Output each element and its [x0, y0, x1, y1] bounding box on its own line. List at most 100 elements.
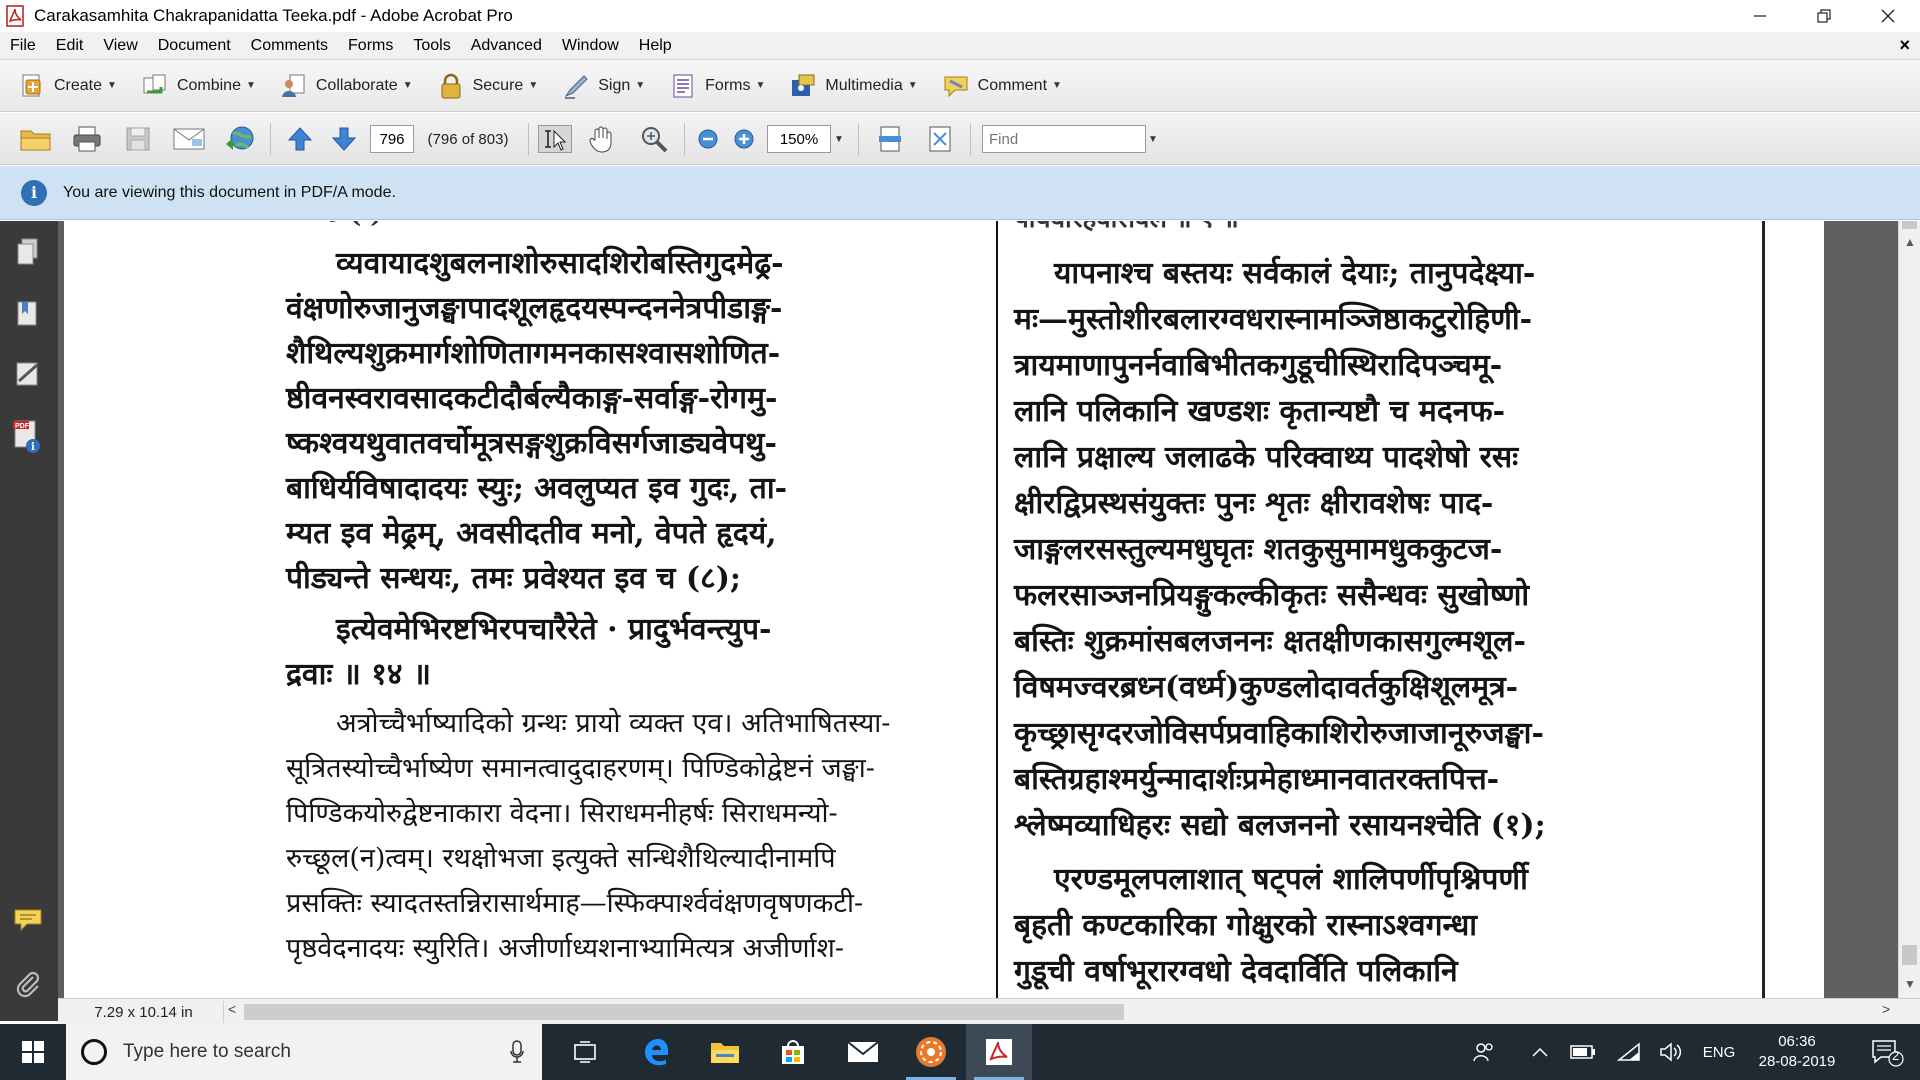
attachments-icon[interactable]	[13, 969, 43, 999]
text-line: यापनाश्च बस्तयः सर्वकालं देयाः; तानुपदेक…	[1054, 256, 1536, 291]
zoom-level-input[interactable]: 150%	[767, 125, 831, 153]
select-tool-icon[interactable]	[538, 125, 572, 153]
film-icon	[789, 72, 817, 100]
restore-button[interactable]	[1792, 0, 1856, 32]
app-flower-icon[interactable]	[898, 1024, 964, 1080]
people-icon[interactable]	[1468, 1024, 1500, 1080]
close-document-button[interactable]: ×	[1899, 35, 1910, 56]
file-explorer-icon[interactable]	[692, 1024, 758, 1080]
commentary-line: सूत्रितस्योच्चैर्भाष्येण समानत्वादुदाहरण…	[286, 753, 875, 784]
sign-button[interactable]: Sign ▼	[562, 72, 645, 100]
close-button[interactable]	[1856, 0, 1920, 32]
scroll-top-marker	[1902, 221, 1917, 229]
right-column: यापनाश्च बस्तयः सर्वकालं देयाः; तानुपदेक…	[1014, 251, 1744, 995]
comment-icon	[942, 72, 970, 100]
combine-button[interactable]: Combine ▼	[141, 72, 256, 100]
volume-icon[interactable]	[1656, 1024, 1686, 1080]
text-line: बस्तिग्रहाश्मर्युन्मादार्शःप्रमेहाध्मानव…	[1014, 762, 1500, 797]
scroll-up-arrow-icon[interactable]: ▲	[1899, 231, 1920, 253]
forms-label: Forms	[705, 76, 751, 94]
microsoft-store-icon[interactable]	[760, 1024, 826, 1080]
right-cut-line: पायवारहवासवल ॥ १ ॥	[1014, 221, 1239, 235]
print-icon[interactable]	[70, 125, 104, 153]
zoom-tool-icon[interactable]	[636, 125, 672, 153]
collaborate-button[interactable]: Collaborate ▼	[280, 72, 413, 100]
page-number-input[interactable]: 796	[370, 125, 414, 153]
verse-line: द्रवाः ॥ १४ ॥	[286, 657, 431, 692]
acrobat-taskbar-icon[interactable]	[966, 1024, 1032, 1080]
signatures-icon[interactable]	[13, 359, 43, 389]
create-icon	[18, 72, 46, 100]
save-icon[interactable]	[122, 125, 154, 153]
create-label: Create	[54, 76, 103, 94]
scroll-right-arrow-icon[interactable]: >	[1882, 1001, 1890, 1017]
start-button[interactable]	[0, 1024, 66, 1080]
verse-line: बृहती कण्टकारिका गोक्षुरको रास्नाऽश्वगन्…	[1014, 908, 1478, 943]
browse-web-icon[interactable]	[222, 125, 258, 153]
menu-comments[interactable]: Comments	[241, 37, 338, 55]
next-page-button[interactable]	[328, 125, 360, 153]
fit-width-icon[interactable]	[874, 125, 906, 153]
text-line: मः—मुस्तोशीरबलारग्वधरास्नामञ्जिष्ठाकटुरो…	[1014, 302, 1533, 337]
task-view-icon[interactable]	[552, 1024, 618, 1080]
edge-browser-icon[interactable]	[624, 1024, 690, 1080]
bookmarks-icon[interactable]	[13, 299, 43, 329]
show-hidden-icons-chevron-icon[interactable]	[1526, 1024, 1554, 1080]
menu-document[interactable]: Document	[148, 37, 241, 55]
email-icon[interactable]	[170, 125, 208, 153]
wifi-icon[interactable]	[1614, 1024, 1644, 1080]
open-folder-icon[interactable]	[18, 125, 54, 153]
pdf-page: ᳪ ( ) पायवारहवासवल ॥ १ ॥ व्यवायादशुबलनाश…	[64, 221, 1824, 998]
comments-panel-icon[interactable]	[13, 907, 43, 937]
commentary-line: पृष्ठवेदनादयः स्युरिति। अजीर्णाध्यशनाभ्य…	[286, 933, 844, 964]
vertical-scroll-thumb[interactable]	[1902, 945, 1917, 965]
text-line: विषमज्वरब्रध्न(वर्ध्म)कुण्डलोदावर्तकुक्ष…	[1014, 670, 1519, 705]
microphone-icon[interactable]	[510, 1040, 524, 1064]
multimedia-label: Multimedia	[825, 76, 903, 94]
taskbar-clock[interactable]: 06:36 28-08-2019	[1742, 1032, 1852, 1072]
text-line: श्लेष्मव्याधिहरः सद्यो बलजननो रसायनश्चेत…	[1014, 808, 1546, 843]
svg-text:PDF: PDF	[15, 423, 30, 430]
comment-button[interactable]: Comment ▼	[942, 72, 1062, 100]
pen-icon	[562, 72, 590, 100]
find-dropdown-icon[interactable]: ▼	[1146, 125, 1160, 153]
minimize-button[interactable]	[1728, 0, 1792, 32]
action-center-button[interactable]: 2	[1862, 1024, 1912, 1080]
menu-help[interactable]: Help	[629, 37, 682, 55]
secure-button[interactable]: Secure ▼	[437, 72, 538, 100]
zoom-out-button[interactable]	[694, 125, 722, 153]
fit-page-icon[interactable]	[924, 125, 956, 153]
create-button[interactable]: Create ▼	[18, 72, 117, 100]
multimedia-button[interactable]: Multimedia ▼	[789, 72, 918, 100]
vertical-scrollbar[interactable]: ▲ ▼	[1898, 221, 1920, 998]
info-icon: i	[21, 179, 47, 206]
previous-page-button[interactable]	[284, 125, 316, 153]
document-view[interactable]: ᳪ ( ) पायवारहवासवल ॥ १ ॥ व्यवायादशुबलनाश…	[58, 221, 1898, 998]
menu-edit[interactable]: Edit	[46, 37, 94, 55]
pages-icon[interactable]	[13, 237, 43, 267]
menu-tools[interactable]: Tools	[403, 37, 460, 55]
mail-icon[interactable]	[830, 1024, 896, 1080]
language-indicator[interactable]: ENG	[1696, 1024, 1742, 1080]
battery-icon[interactable]	[1568, 1024, 1598, 1080]
find-input[interactable]	[982, 125, 1146, 153]
zoom-in-button[interactable]	[730, 125, 758, 153]
title-bar: Carakasamhita Chakrapanidatta Teeka.pdf …	[0, 0, 1920, 32]
page-count-label: (796 of 803)	[427, 130, 509, 148]
menu-forms[interactable]: Forms	[338, 37, 403, 55]
pdfa-standards-icon[interactable]: PDF i	[13, 419, 43, 453]
text-line: त्रायमाणापुनर्नवाबिभीतकगुडूचीस्थिरादिपञ्…	[1014, 348, 1503, 383]
menu-window[interactable]: Window	[552, 37, 629, 55]
forms-button[interactable]: Forms ▼	[669, 72, 765, 100]
menu-view[interactable]: View	[93, 37, 147, 55]
taskbar-search-box[interactable]: Type here to search	[66, 1024, 542, 1080]
scroll-left-arrow-icon[interactable]: <	[228, 1001, 236, 1017]
text-line: ष्ठीवनस्वरावसादकटीदौर्बल्यैकाङ्ग-सर्वाङ्…	[286, 381, 778, 416]
hand-tool-icon[interactable]	[584, 125, 618, 153]
zoom-dropdown-icon[interactable]: ▼	[832, 125, 846, 153]
clock-time: 06:36	[1778, 1033, 1816, 1050]
horizontal-scroll-thumb[interactable]	[244, 1004, 1124, 1020]
scroll-down-arrow-icon[interactable]: ▼	[1899, 973, 1920, 995]
menu-file[interactable]: File	[0, 37, 46, 55]
menu-advanced[interactable]: Advanced	[461, 37, 552, 55]
